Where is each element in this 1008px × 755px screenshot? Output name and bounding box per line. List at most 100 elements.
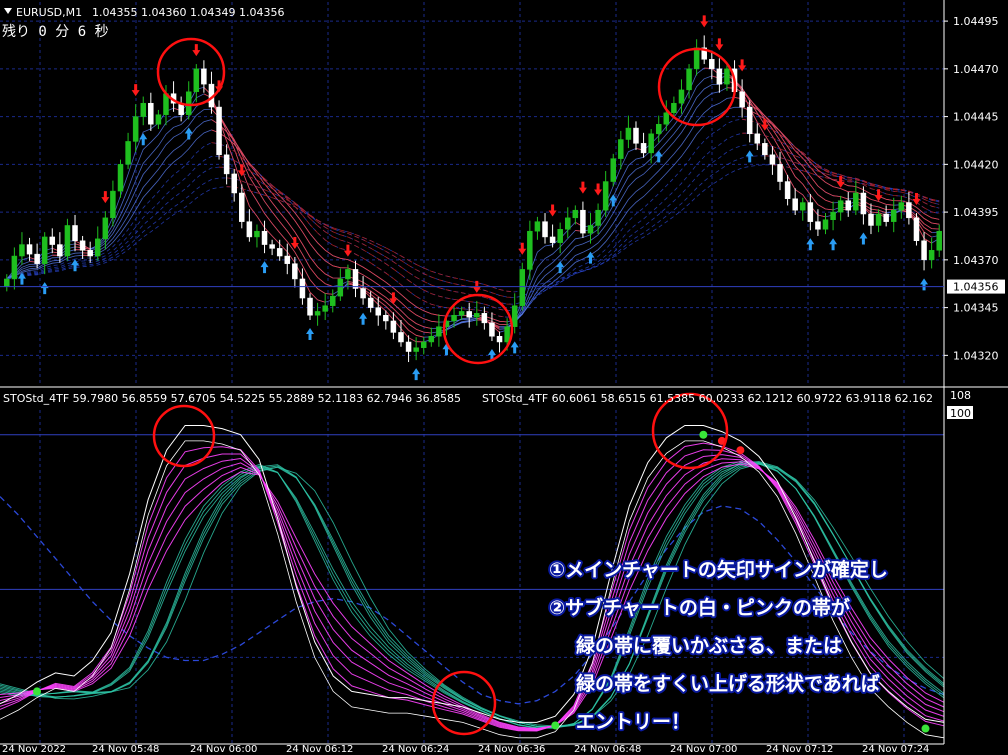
bull-candle bbox=[420, 341, 427, 348]
bull-candle bbox=[686, 68, 692, 91]
annotation-line: ①メインチャートの矢印サインが確定し bbox=[549, 558, 888, 581]
chart-canvas: 1.04495 1.04470 1.04445 1.04420 1.04395 1.043… bbox=[0, 0, 1008, 755]
bull-candle bbox=[504, 326, 510, 343]
bear-candle bbox=[148, 102, 154, 125]
price-tick-label: 1.04345 bbox=[953, 302, 999, 315]
bull-candle bbox=[557, 229, 563, 243]
sell-arrow-icon bbox=[548, 204, 557, 217]
bull-candle bbox=[625, 127, 632, 140]
bull-candle bbox=[140, 102, 146, 117]
bear-candle bbox=[261, 230, 268, 245]
bull-candle bbox=[565, 217, 571, 230]
bear-candle bbox=[792, 198, 798, 211]
bear-candle bbox=[239, 192, 245, 222]
bull-candle bbox=[4, 278, 10, 287]
bull-candle bbox=[671, 102, 677, 114]
bull-candle bbox=[155, 114, 162, 125]
time-label: 24 Nov 07:24 bbox=[862, 744, 929, 755]
sell-arrow-icon bbox=[578, 181, 587, 194]
bull-candle bbox=[534, 221, 541, 232]
ma-ribbon-line bbox=[6, 155, 940, 299]
bear-candle bbox=[284, 255, 291, 264]
sell-arrow-icon bbox=[101, 191, 110, 204]
sell-arrow-icon bbox=[290, 236, 299, 249]
time-label: 24 Nov 05:48 bbox=[92, 744, 159, 755]
bull-candle bbox=[345, 269, 351, 280]
ma-ribbon-line bbox=[52, 80, 932, 334]
bear-candle bbox=[375, 307, 381, 316]
bear-candle bbox=[542, 221, 548, 238]
bull-candle bbox=[595, 209, 601, 226]
bull-candle bbox=[95, 238, 101, 257]
sell-arrow-icon bbox=[715, 38, 724, 51]
bear-candle bbox=[868, 213, 874, 226]
bear-candle bbox=[777, 164, 783, 182]
bull-candle bbox=[322, 305, 328, 312]
sell-arrow-icon bbox=[389, 292, 398, 305]
bull-candle bbox=[117, 164, 124, 192]
signal-arrows bbox=[17, 15, 929, 381]
annotation-line: 緑の帯をすくい上げる形状であれば bbox=[576, 672, 880, 695]
bull-candle bbox=[451, 314, 457, 322]
sell-arrow-icon bbox=[874, 189, 883, 202]
bear-candle bbox=[496, 336, 503, 343]
stoch-signal-dot bbox=[736, 446, 745, 455]
bull-candle bbox=[655, 123, 662, 135]
time-label: 24 Nov 06:00 bbox=[190, 744, 257, 755]
bull-candle bbox=[110, 190, 116, 219]
triangle-down-icon[interactable] bbox=[4, 8, 12, 14]
bear-candle bbox=[34, 253, 40, 264]
bear-candle bbox=[845, 200, 851, 211]
stoch-signal-dot bbox=[551, 721, 560, 730]
bear-candle bbox=[913, 217, 920, 242]
buy-arrow-icon bbox=[745, 150, 754, 163]
price-tick-label: 1.04370 bbox=[953, 254, 999, 267]
bear-candle bbox=[906, 202, 912, 219]
bear-candle bbox=[231, 173, 237, 194]
bear-candle bbox=[754, 133, 761, 144]
bull-candle bbox=[511, 305, 518, 327]
stoch-signal-dot bbox=[921, 724, 930, 733]
sell-arrow-icon bbox=[700, 15, 709, 28]
annotation-block: ①メインチャートの矢印サインが確定し ②サブチャートの白・ピンクの帯が 緑の帯に… bbox=[547, 556, 890, 735]
bull-candle bbox=[724, 68, 730, 85]
bull-candle bbox=[610, 158, 616, 182]
bull-candle bbox=[102, 217, 109, 240]
bear-candle bbox=[360, 288, 366, 299]
bear-candle bbox=[87, 250, 93, 257]
bull-candle bbox=[618, 139, 624, 159]
sell-arrow-icon bbox=[594, 183, 603, 196]
bear-candle bbox=[276, 248, 283, 257]
bull-candle bbox=[413, 347, 419, 352]
bear-candle bbox=[481, 313, 488, 324]
sell-arrow-icon bbox=[738, 59, 747, 72]
time-label: 24 Nov 06:24 bbox=[382, 744, 449, 755]
bull-candle bbox=[663, 112, 670, 125]
buy-arrow-icon bbox=[920, 278, 929, 291]
bull-candle bbox=[11, 255, 18, 280]
bear-candle bbox=[883, 213, 889, 222]
buy-arrow-icon bbox=[412, 368, 421, 381]
sell-arrow-icon bbox=[192, 44, 201, 57]
bull-candle bbox=[474, 313, 480, 318]
bull-candle bbox=[458, 311, 465, 316]
bull-candle bbox=[428, 336, 435, 343]
bear-candle bbox=[49, 236, 56, 245]
bear-candle bbox=[269, 244, 275, 249]
bear-candle bbox=[405, 341, 412, 352]
bull-candle bbox=[678, 89, 685, 104]
buy-arrow-icon bbox=[859, 232, 868, 245]
bear-candle bbox=[216, 106, 222, 156]
bear-candle bbox=[489, 322, 495, 337]
bull-candle bbox=[822, 219, 829, 230]
bear-candle bbox=[383, 314, 389, 322]
candlestick-series bbox=[4, 35, 942, 363]
bull-candle bbox=[928, 250, 935, 261]
buy-arrow-icon bbox=[510, 341, 519, 354]
buy-arrow-icon bbox=[359, 312, 368, 325]
bull-candle bbox=[648, 133, 654, 154]
buy-arrow-icon bbox=[71, 259, 80, 272]
bear-candle bbox=[549, 236, 556, 243]
sell-arrow-icon bbox=[518, 242, 527, 255]
annotation-line: エントリー！ bbox=[576, 711, 690, 733]
